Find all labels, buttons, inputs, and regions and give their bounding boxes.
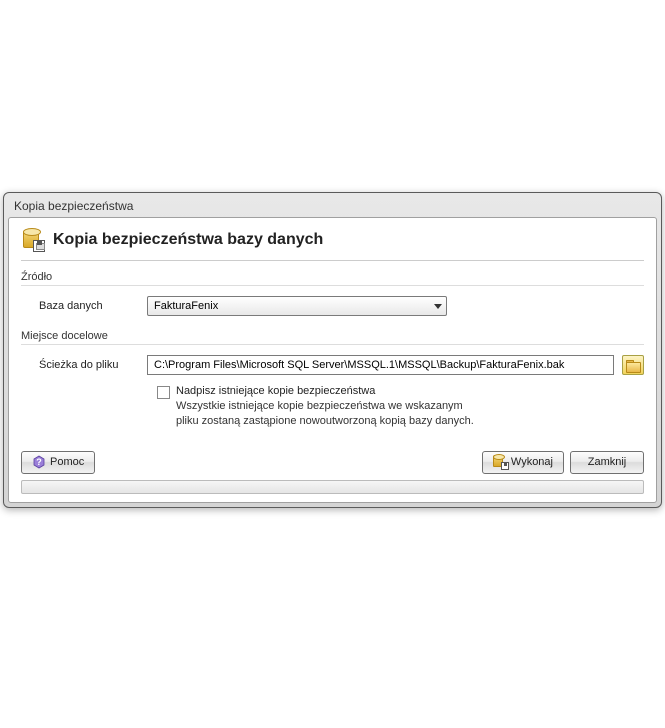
browse-button[interactable] <box>622 355 644 375</box>
source-group-title: Źródło <box>21 271 644 286</box>
dialog-button-row: ? Pomoc Wykonaj Zamknij <box>21 451 644 474</box>
destination-group-title: Miejsce docelowe <box>21 330 644 345</box>
execute-button-label: Wykonaj <box>511 456 553 468</box>
database-label: Baza danych <box>39 300 139 312</box>
folder-icon <box>626 360 640 371</box>
help-button-label: Pomoc <box>50 456 84 468</box>
overwrite-checkbox[interactable] <box>157 386 170 399</box>
overwrite-description: Wszystkie istniejące kopie bezpieczeństw… <box>176 399 474 429</box>
chevron-down-icon <box>434 304 442 309</box>
overwrite-text-block: Nadpisz istniejące kopie bezpieczeństwa … <box>176 385 474 429</box>
close-button-label: Zamknij <box>588 456 627 468</box>
save-database-icon <box>493 455 507 469</box>
destination-group: Miejsce docelowe Ścieżka do pliku C:\Pro… <box>21 330 644 429</box>
status-bar <box>21 480 644 494</box>
help-icon: ? <box>32 455 46 469</box>
close-button[interactable]: Zamknij <box>570 451 644 474</box>
database-combobox-value: FakturaFenix <box>154 300 218 312</box>
execute-button[interactable]: Wykonaj <box>482 451 564 474</box>
svg-text:?: ? <box>36 457 42 467</box>
backup-dialog-window: Kopia bezpieczeństwa Kopia bezpieczeństw… <box>3 192 662 508</box>
path-label: Ścieżka do pliku <box>39 359 139 371</box>
help-button[interactable]: ? Pomoc <box>21 451 95 474</box>
database-backup-icon <box>21 228 45 252</box>
database-combobox[interactable]: FakturaFenix <box>147 296 447 316</box>
dialog-client-area: Kopia bezpieczeństwa bazy danych Źródło … <box>8 217 657 503</box>
dialog-title: Kopia bezpieczeństwa bazy danych <box>53 231 323 249</box>
dialog-header: Kopia bezpieczeństwa bazy danych <box>21 228 644 261</box>
file-path-input[interactable]: C:\Program Files\Microsoft SQL Server\MS… <box>147 355 614 375</box>
overwrite-checkbox-label: Nadpisz istniejące kopie bezpieczeństwa <box>176 385 474 397</box>
window-title: Kopia bezpieczeństwa <box>8 197 657 217</box>
source-group: Źródło Baza danych FakturaFenix <box>21 271 644 320</box>
